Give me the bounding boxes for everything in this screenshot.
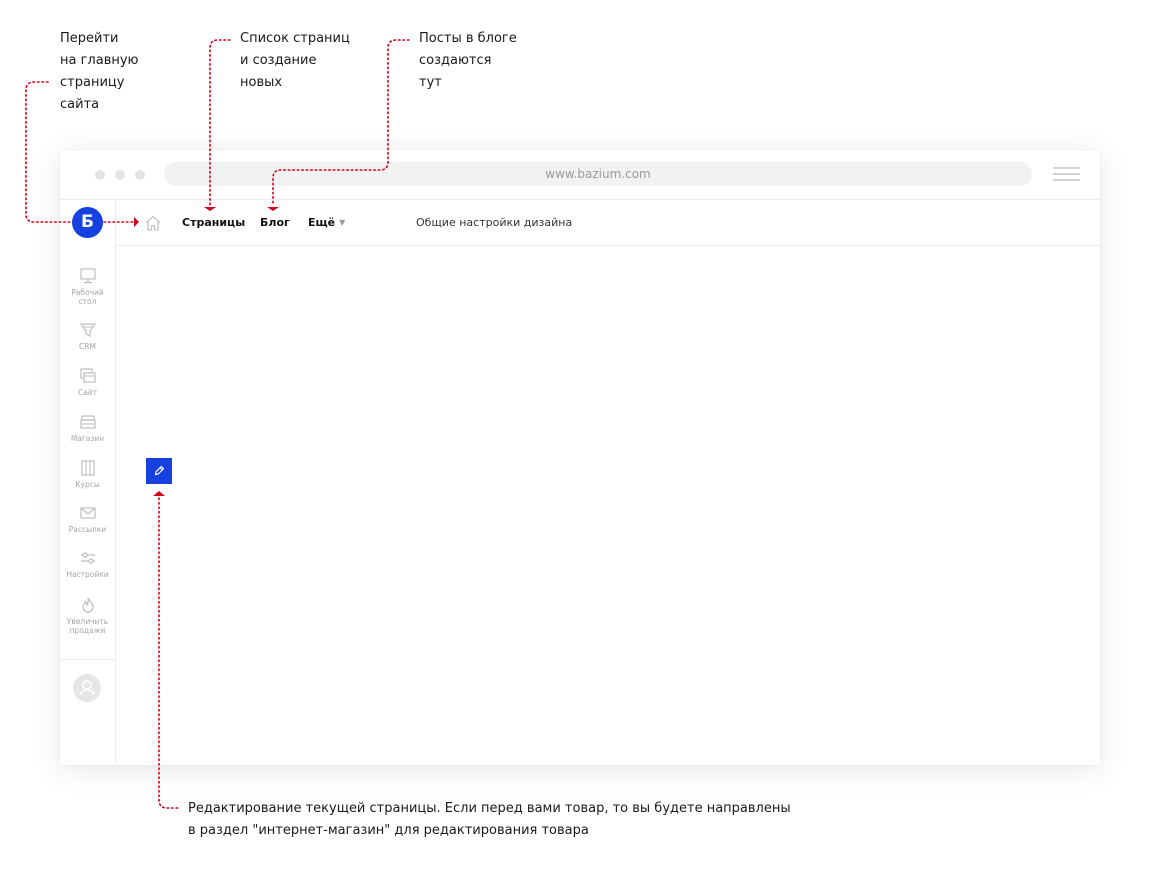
browser-titlebar: www.bazium.com — [60, 150, 1100, 200]
sidebar-divider — [60, 659, 115, 660]
avatar[interactable] — [73, 674, 101, 702]
nav-blog[interactable]: Блог — [260, 200, 290, 245]
window-dot[interactable] — [115, 170, 125, 180]
funnel-icon — [79, 323, 96, 337]
user-icon — [79, 680, 95, 696]
browser-window: www.bazium.com Б Рабочий стол CRM Сайт М… — [60, 150, 1100, 765]
annotation-home: Перейти на главную страницу сайта — [60, 31, 139, 112]
sidebar-item-label: CRM — [79, 342, 96, 351]
top-navigation: Страницы Блог Ещё ▼ Общие настройки дизай… — [116, 200, 1100, 246]
sidebar-item-settings[interactable]: Настройки — [60, 549, 115, 579]
sidebar-item-label: Магазин — [70, 434, 105, 443]
sidebar-item-label: Рассылки — [68, 525, 107, 534]
menu-icon[interactable] — [1053, 167, 1080, 182]
sidebar-item-mailings[interactable]: Рассылки — [60, 504, 115, 534]
nav-more-label: Ещё — [308, 216, 336, 229]
annotation-edit: Редактирование текущей страницы. Если пе… — [188, 801, 791, 838]
sidebar-item-courses[interactable]: Курсы — [60, 459, 115, 489]
flame-icon — [81, 597, 94, 613]
sidebar-item-dashboard[interactable]: Рабочий стол — [60, 267, 115, 306]
nav-design-settings[interactable]: Общие настройки дизайна — [416, 200, 572, 245]
monitor-icon — [79, 268, 96, 284]
sidebar-item-label: Рабочий стол — [71, 288, 104, 306]
store-icon — [79, 415, 96, 429]
sidebar-item-label: Увеличить продажи — [66, 617, 109, 635]
mail-icon — [79, 507, 96, 519]
courses-icon — [80, 460, 95, 476]
window-dot[interactable] — [95, 170, 105, 180]
sliders-icon — [80, 552, 95, 564]
sidebar-item-label: Настройки — [66, 570, 109, 579]
annotation-blog: Посты в блоге создаются тут — [419, 31, 517, 90]
sidebar-item-site[interactable]: Сайт — [60, 367, 115, 397]
sidebar-item-store[interactable]: Магазин — [60, 413, 115, 443]
logo-home-button[interactable]: Б — [72, 207, 103, 238]
sidebar-item-crm[interactable]: CRM — [60, 321, 115, 351]
windows-icon — [79, 368, 96, 383]
sidebar: Б Рабочий стол CRM Сайт Магазин Курсы Ра… — [60, 200, 116, 765]
pencil-icon — [154, 466, 164, 476]
sidebar-item-increase-sales[interactable]: Увеличить продажи — [60, 596, 115, 635]
nav-more[interactable]: Ещё ▼ — [308, 200, 345, 245]
chevron-down-icon: ▼ — [339, 218, 346, 227]
edit-page-button[interactable] — [146, 458, 172, 484]
address-bar[interactable]: www.bazium.com — [164, 162, 1032, 186]
nav-pages[interactable]: Страницы — [182, 200, 245, 245]
annotation-pages: Список страниц и создание новых — [240, 31, 350, 90]
sidebar-item-label: Сайт — [77, 388, 98, 397]
window-dot[interactable] — [135, 170, 145, 180]
home-icon[interactable] — [144, 214, 162, 232]
sidebar-item-label: Курсы — [75, 480, 100, 489]
